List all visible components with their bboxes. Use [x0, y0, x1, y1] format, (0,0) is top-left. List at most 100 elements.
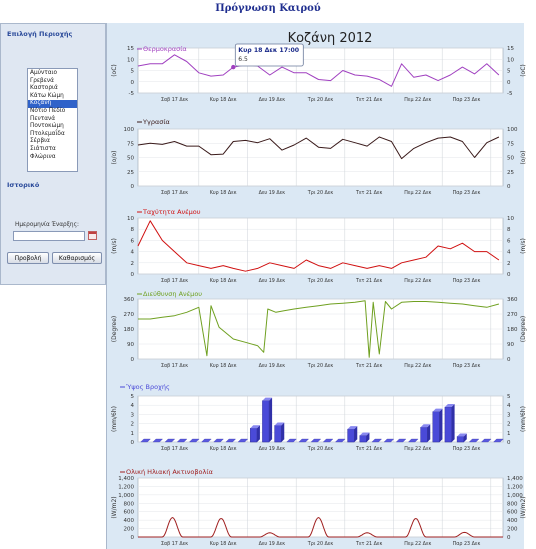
- wind_direction-x-tick: Κυρ 18 Δεκ: [210, 363, 237, 369]
- rain-y-label-right: (mm/6h): [520, 406, 527, 432]
- rain-bar: [456, 436, 464, 443]
- wind_speed-x-tick: Κυρ 18 Δεκ: [210, 278, 237, 284]
- rain-y-tick-right: 1: [507, 431, 511, 437]
- solar-y-tick: 0: [131, 535, 135, 541]
- humidity-x-tick: Παρ 23 Δεκ: [453, 190, 481, 196]
- wind_speed-y-tick: 2: [131, 261, 135, 267]
- temperature-y-tick: 5: [131, 69, 135, 75]
- solar-y-tick: 600: [124, 510, 135, 516]
- rain-y-tick: 1: [131, 431, 135, 437]
- solar-plot-area: [137, 477, 504, 538]
- rain-bar: [359, 435, 367, 443]
- wind_speed-x-tick: Τρι 20 Δεκ: [307, 278, 334, 284]
- wind_speed-y-tick-right: 0: [507, 272, 511, 278]
- charts-area: Κοζάνη 2012-5 -50 05 510 1015 15Σαβ 17 Δεκ Κυρ…: [111, 31, 527, 547]
- solar-x-tick: Δευ 19 Δεκ: [259, 541, 286, 547]
- wind_direction-legend: Διεύθυνση Ανέμου: [143, 290, 202, 298]
- rain-x-tick: Δευ 19 Δεκ: [259, 446, 286, 452]
- temperature-y-tick: -5: [129, 91, 135, 97]
- solar-x-tick: Παρ 23 Δεκ: [453, 541, 481, 547]
- rain-bar: [262, 400, 270, 443]
- solar-y-tick: 400: [124, 518, 135, 524]
- rain-bar-side: [427, 424, 431, 442]
- wind_direction-y-tick: 0: [131, 357, 135, 363]
- solar-y-tick: 1,400: [118, 476, 134, 482]
- temperature-x-tick: Παρ 23 Δεκ: [453, 97, 481, 103]
- rain-y-tick: 0: [131, 440, 135, 446]
- humidity-x-tick: Τετ 21 Δεκ: [355, 190, 382, 196]
- temperature-legend: Θερμοκρασία: [143, 45, 187, 53]
- wind_direction-y-tick-right: 360: [507, 297, 518, 303]
- rain-y-tick: 2: [131, 422, 135, 428]
- tooltip-marker: [231, 64, 236, 70]
- wind_direction-y-tick: 90: [127, 342, 134, 348]
- rain-x-tick: Παρ 23 Δεκ: [453, 446, 481, 452]
- wind_speed-y-tick-right: 8: [507, 227, 511, 233]
- wind_speed-y-tick: 10: [127, 216, 134, 222]
- solar-y-tick-right: 1,400: [507, 476, 523, 482]
- temperature-y-label: (oC): [111, 64, 118, 77]
- wind_direction-y-tick: 360: [124, 297, 135, 303]
- solar-y-tick: 1,200: [118, 484, 134, 490]
- wind_speed-y-tick: 0: [131, 272, 135, 278]
- rain-y-tick: 5: [131, 394, 135, 400]
- temperature-y-tick: 15: [127, 46, 134, 52]
- solar-y-tick-right: 0: [507, 535, 511, 541]
- wind_speed-y-tick: 6: [131, 238, 135, 244]
- humidity-y-tick: 0: [131, 184, 135, 190]
- humidity-y-tick-right: 0: [507, 184, 511, 190]
- wind_speed-x-tick: Παρ 23 Δεκ: [453, 278, 481, 284]
- rain-y-tick-right: 5: [507, 394, 511, 400]
- solar-y-tick-right: 200: [507, 527, 518, 533]
- rain-bar: [444, 406, 452, 443]
- solar-x-tick: Τρι 20 Δεκ: [307, 541, 334, 547]
- wind_speed-y-tick: 8: [131, 227, 135, 233]
- humidity-y-tick: 75: [127, 141, 134, 147]
- rain-bar: [274, 425, 282, 443]
- wind_speed-y-tick-right: 4: [507, 250, 511, 256]
- humidity-y-tick: 25: [127, 170, 134, 176]
- wind_speed-x-tick: Σαβ 17 Δεκ: [161, 278, 188, 284]
- wind_speed-x-tick: Τετ 21 Δεκ: [355, 278, 382, 284]
- rain-y-tick-right: 4: [507, 403, 511, 409]
- temperature-x-tick: Τετ 21 Δεκ: [355, 97, 382, 103]
- rain-y-tick-right: 2: [507, 422, 511, 428]
- temperature-x-tick: Δευ 19 Δεκ: [259, 97, 286, 103]
- wind_speed-legend: Ταχύτητα Ανέμου: [142, 208, 201, 216]
- rain-x-tick: Τρι 20 Δεκ: [307, 446, 334, 452]
- rain-x-tick: Κυρ 18 Δεκ: [210, 446, 237, 452]
- humidity-y-tick: 100: [124, 127, 135, 133]
- rain-y-label: (mm/6h): [111, 406, 118, 432]
- humidity-legend: Υγρασία: [142, 118, 170, 126]
- solar-y-tick: 200: [124, 527, 135, 533]
- solar-y-tick: 1,000: [118, 493, 134, 499]
- temperature-x-tick: Σαβ 17 Δεκ: [161, 97, 188, 103]
- wind_speed-y-tick-right: 2: [507, 261, 511, 267]
- temperature-y-tick-right: 10: [507, 57, 514, 63]
- temperature-y-label-right: (oC): [520, 64, 527, 77]
- temperature-y-tick: 0: [131, 80, 135, 86]
- humidity-x-tick: Κυρ 18 Δεκ: [210, 190, 237, 196]
- wind_direction-y-tick-right: 0: [507, 357, 511, 363]
- humidity-x-tick: Δευ 19 Δεκ: [259, 190, 286, 196]
- wind_direction-x-tick: Δευ 19 Δεκ: [259, 363, 286, 369]
- wind_direction-x-tick: Τετ 21 Δεκ: [355, 363, 382, 369]
- wind_speed-y-tick: 4: [131, 250, 135, 256]
- wind_speed-x-tick: Πεμ 22 Δεκ: [404, 278, 431, 284]
- rain-bar-side: [451, 404, 455, 442]
- humidity-y-tick: 50: [127, 156, 134, 162]
- rain-bar: [347, 428, 355, 443]
- wind_speed-y-label: (m/s): [111, 238, 118, 254]
- wind_direction-y-tick-right: 270: [507, 312, 518, 318]
- humidity-y-tick-right: 50: [507, 156, 514, 162]
- solar-x-tick: Σαβ 17 Δεκ: [161, 541, 188, 547]
- solar-y-tick-right: 800: [507, 501, 518, 507]
- wind_speed-y-tick-right: 10: [507, 216, 514, 222]
- humidity-y-tick-right: 25: [507, 170, 514, 176]
- rain-bar-side: [281, 422, 285, 442]
- temperature-x-tick: Τρι 20 Δεκ: [307, 97, 334, 103]
- humidity-y-label: (o/o): [111, 150, 118, 164]
- wind_direction-x-tick: Παρ 23 Δεκ: [453, 363, 481, 369]
- solar-y-tick: 800: [124, 501, 135, 507]
- humidity-x-tick: Τρι 20 Δεκ: [307, 190, 334, 196]
